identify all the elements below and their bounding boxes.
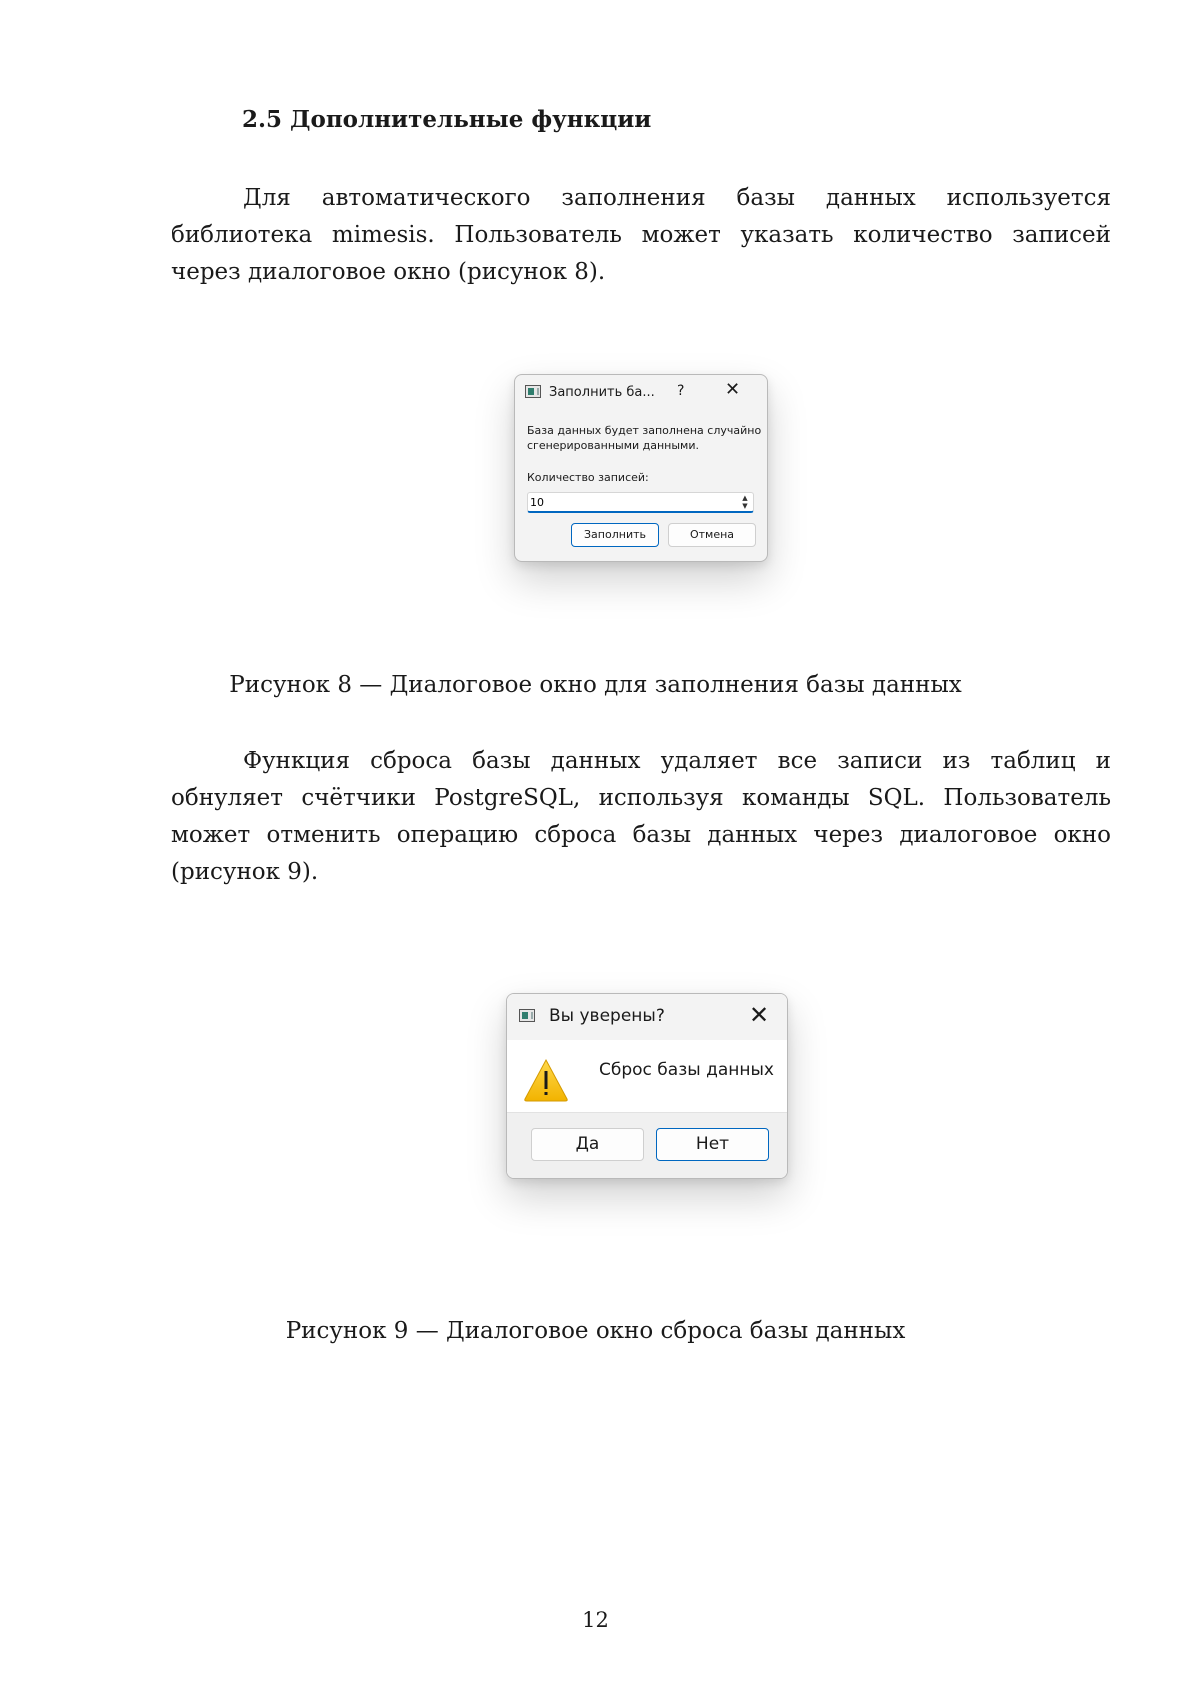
dialog-message: Сброс базы данных	[599, 1060, 774, 1080]
paragraph-autofill: Для автоматического заполнения базы данн…	[171, 185, 1111, 285]
app-icon	[525, 385, 541, 398]
confirm-reset-dialog: Вы уверены? ✕ Сброс базы данных Да Нет	[506, 993, 788, 1179]
app-icon	[519, 1009, 535, 1022]
cancel-button[interactable]: Отмена	[668, 523, 756, 547]
figure-8-caption: Рисунок 8 — Диалоговое окно для заполнен…	[229, 672, 962, 698]
record-count-spinbox[interactable]: ▲ ▼	[527, 492, 754, 513]
spin-arrows[interactable]: ▲ ▼	[739, 494, 751, 510]
page-number: 12	[582, 1608, 609, 1632]
record-count-label: Количество записей:	[527, 471, 649, 484]
figure-9-caption: Рисунок 9 — Диалоговое окно сброса базы …	[285, 1318, 906, 1344]
spin-down-icon[interactable]: ▼	[739, 502, 751, 510]
close-icon[interactable]: ✕	[725, 379, 740, 400]
section-heading: 2.5 Дополнительные функции	[242, 106, 652, 133]
dialog-title: Заполнить ба...	[549, 385, 655, 400]
dialog-title: Вы уверены?	[549, 1006, 665, 1026]
yes-button[interactable]: Да	[531, 1128, 644, 1161]
dialog-message: База данных будет заполнена случайно сге…	[527, 424, 762, 452]
spin-up-icon[interactable]: ▲	[739, 494, 751, 502]
record-count-input[interactable]	[530, 495, 710, 510]
help-button[interactable]: ?	[677, 383, 684, 399]
close-icon[interactable]: ✕	[749, 1001, 769, 1029]
paragraph-reset: Функция сброса базы данных удаляет все з…	[171, 748, 1111, 885]
fill-button[interactable]: Заполнить	[571, 523, 659, 547]
warning-icon	[524, 1058, 568, 1102]
fill-database-dialog: Заполнить ба... ? ✕ База данных будет за…	[514, 374, 768, 562]
no-button[interactable]: Нет	[656, 1128, 769, 1161]
